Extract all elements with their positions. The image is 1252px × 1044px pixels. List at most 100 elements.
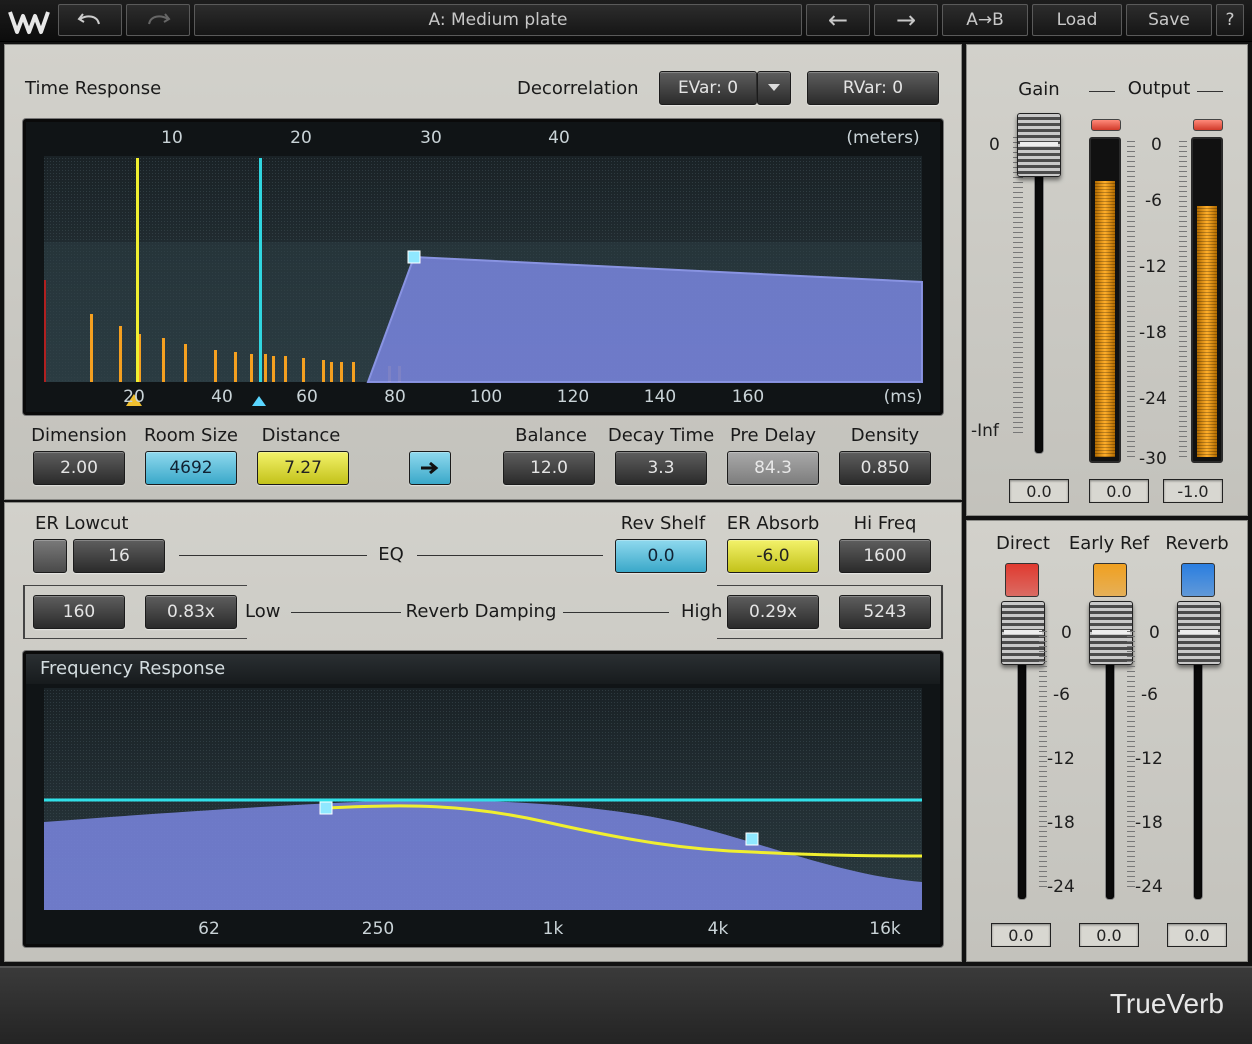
- direct-label: Direct: [996, 533, 1050, 554]
- meters-unit: (meters): [846, 128, 920, 148]
- predelay-handle[interactable]: [407, 250, 421, 264]
- hi-freq-value[interactable]: 1600: [839, 539, 931, 573]
- early-ref-mute-button[interactable]: [1093, 563, 1127, 597]
- output-left-meter: [1089, 137, 1121, 463]
- undo-button[interactable]: [58, 4, 122, 36]
- early-ref-label: Early Ref: [1068, 533, 1150, 554]
- gain-label: Gain: [1018, 79, 1060, 100]
- output-right-readout: -1.0: [1163, 479, 1223, 503]
- brand-bar: TrueVerb: [0, 966, 1252, 1044]
- mix-panel: Direct Early Ref Reverb 0 -6 -12 -18 -24…: [966, 520, 1248, 962]
- save-button[interactable]: Save: [1126, 4, 1212, 36]
- er-lowcut-toggle[interactable]: [33, 539, 67, 573]
- rev-shelf-value[interactable]: 0.0: [615, 539, 707, 573]
- decorrelation-label: Decorrelation: [517, 78, 639, 99]
- freq-tick: 1k: [542, 919, 564, 939]
- mix-scale-0-b: 0: [1149, 623, 1160, 643]
- meters-tick: 10: [161, 128, 183, 148]
- gain-scale-0: 0: [989, 135, 1000, 155]
- previous-preset-button[interactable]: ←: [806, 4, 870, 36]
- ms-unit: (ms): [883, 387, 923, 407]
- help-button[interactable]: ?: [1216, 4, 1244, 36]
- decay-time-value[interactable]: 3.3: [615, 451, 707, 485]
- output-divider-left: [1089, 91, 1115, 92]
- balance-label: Balance: [515, 425, 587, 446]
- output-right-meter: [1191, 137, 1223, 463]
- eq-label: EQ: [378, 544, 404, 565]
- undo-icon: [77, 13, 100, 25]
- direct-mute-button[interactable]: [1005, 563, 1039, 597]
- preset-name-field[interactable]: A: Medium plate: [194, 4, 802, 36]
- gain-scale-inf: -Inf: [971, 421, 999, 441]
- output-scale-24: -24: [1139, 389, 1167, 409]
- low-damping-handle[interactable]: [319, 801, 333, 815]
- distance-position-icon[interactable]: [252, 396, 266, 406]
- early-ref-readout[interactable]: 0.0: [1079, 923, 1139, 947]
- gain-readout[interactable]: 0.0: [1009, 479, 1069, 503]
- ms-tick: 160: [731, 387, 765, 407]
- reverb-damping-label: Reverb Damping: [405, 601, 557, 622]
- dimension-value[interactable]: 2.00: [33, 451, 125, 485]
- reverb-label: Reverb: [1165, 533, 1229, 554]
- ms-tick: 120: [556, 387, 590, 407]
- mix-scale-24-a: -24: [1047, 877, 1075, 897]
- evar-dropdown[interactable]: EVar: 0: [659, 71, 757, 105]
- gain-output-panel: Gain Output 0 -Inf 0 -6 -12 -18 -24 -30 …: [966, 44, 1248, 516]
- time-response-panel: Time Response Decorrelation EVar: 0 RVar…: [4, 44, 962, 500]
- output-meter-ticks-right: [1179, 141, 1187, 461]
- direct-readout[interactable]: 0.0: [991, 923, 1051, 947]
- mix-scale-6-b: -6: [1141, 685, 1158, 705]
- ms-tick: 80: [384, 387, 406, 407]
- damping-low-ratio-value[interactable]: 0.83x: [145, 595, 237, 629]
- output-meter-ticks-left: [1127, 141, 1135, 461]
- load-button[interactable]: Load: [1032, 4, 1122, 36]
- damping-high-label: High: [681, 601, 723, 622]
- frequency-response-title: Frequency Response: [40, 658, 226, 679]
- mix-ticks-b: [1127, 631, 1135, 891]
- ms-tick: 140: [643, 387, 677, 407]
- output-right-clip-led[interactable]: [1193, 119, 1223, 131]
- link-arrow-button[interactable]: [409, 451, 451, 485]
- waves-logo-icon: [6, 6, 52, 36]
- frequency-response-graph[interactable]: Frequency Response 62 250 1k 4k 16k: [23, 651, 943, 947]
- distance-marker-line[interactable]: [259, 158, 262, 382]
- toolbar: A: Medium plate ← → A→B Load Save ?: [0, 0, 1252, 42]
- er-absorb-value[interactable]: -6.0: [727, 539, 819, 573]
- output-label: Output: [1127, 78, 1191, 99]
- output-scale-12: -12: [1139, 257, 1167, 277]
- damping-high-ratio-value[interactable]: 0.29x: [727, 595, 819, 629]
- density-value[interactable]: 0.850: [839, 451, 931, 485]
- mix-scale-18-b: -18: [1135, 813, 1163, 833]
- high-damping-handle[interactable]: [745, 832, 759, 846]
- balance-value[interactable]: 12.0: [503, 451, 595, 485]
- brand-name: TrueVerb: [1109, 988, 1224, 1019]
- meters-tick: 40: [548, 128, 570, 148]
- freq-tick: 4k: [707, 919, 729, 939]
- eq-divider-left: [179, 555, 367, 556]
- gain-fader-track[interactable]: [1035, 137, 1043, 453]
- er-absorb-label: ER Absorb: [726, 513, 820, 534]
- evar-dropdown-arrow[interactable]: [757, 71, 791, 105]
- gain-fader-handle[interactable]: [1017, 113, 1061, 177]
- room-size-label: Room Size: [144, 425, 238, 446]
- distance-value[interactable]: 7.27: [257, 451, 349, 485]
- pre-delay-value[interactable]: 84.3: [727, 451, 819, 485]
- direct-marker-line[interactable]: [136, 158, 139, 382]
- reverb-fader-handle[interactable]: [1177, 601, 1221, 665]
- ms-tick: 60: [296, 387, 318, 407]
- reverb-readout[interactable]: 0.0: [1167, 923, 1227, 947]
- rvar-button[interactable]: RVar: 0: [807, 71, 939, 105]
- next-preset-button[interactable]: →: [874, 4, 938, 36]
- mix-scale-12-b: -12: [1135, 749, 1163, 769]
- output-left-clip-led[interactable]: [1091, 119, 1121, 131]
- time-response-graph[interactable]: 10 20 30 40 (meters) 20 40 60 80 100 120…: [23, 119, 943, 415]
- reverb-mute-button[interactable]: [1181, 563, 1215, 597]
- meters-tick: 30: [420, 128, 442, 148]
- chevron-down-icon: [768, 84, 780, 91]
- a-to-b-button[interactable]: A→B: [942, 4, 1028, 36]
- damping-low-freq-value[interactable]: 160: [33, 595, 125, 629]
- damping-high-freq-value[interactable]: 5243: [839, 595, 931, 629]
- room-size-value[interactable]: 4692: [145, 451, 237, 485]
- er-lowcut-value[interactable]: 16: [73, 539, 165, 573]
- redo-button[interactable]: [126, 4, 190, 36]
